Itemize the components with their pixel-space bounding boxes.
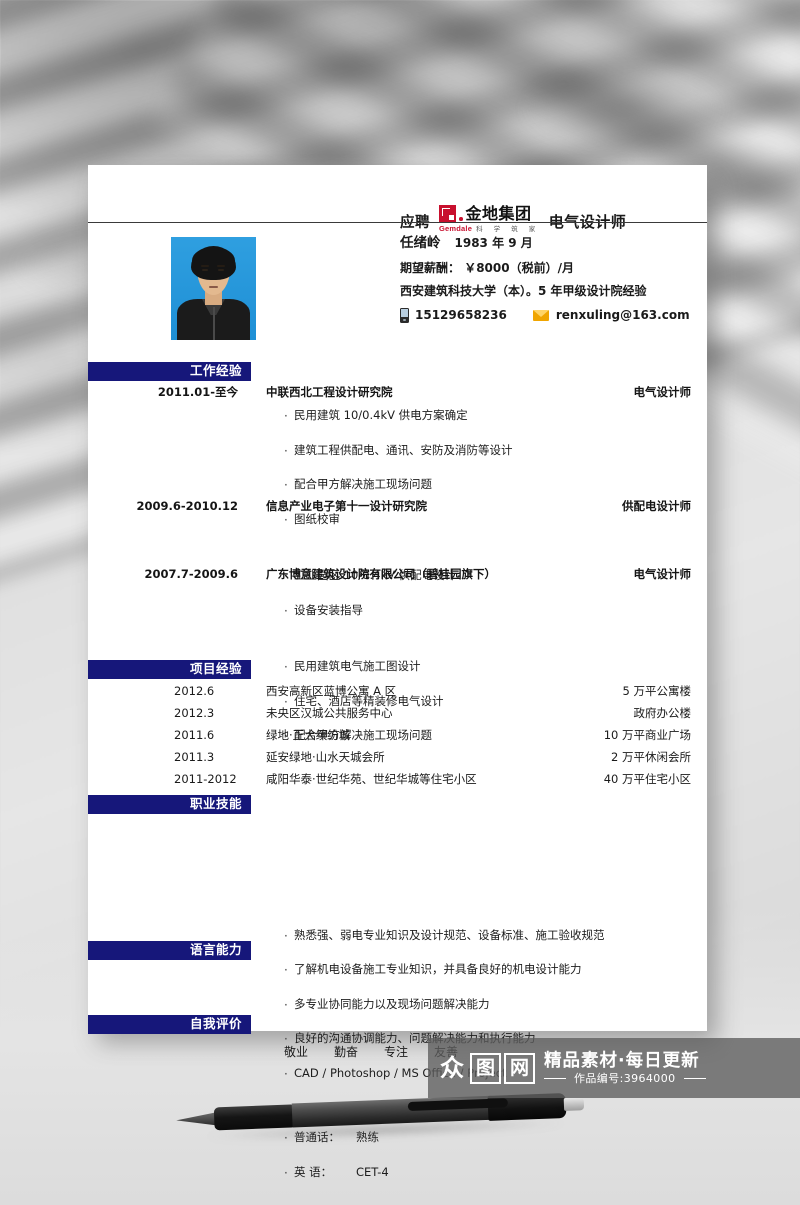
watermark-dash-right [683,1078,706,1080]
section-bar-skills: 职业技能 [88,795,251,814]
logo-dot-icon [459,217,463,221]
job-heading: 2009.6-2010.12 信息产业电子第十一设计研究院 供配电设计师 [88,499,707,513]
salary-line: 期望薪酬： ￥8000（税前）/月 [400,262,690,274]
job-heading: 2007.7-2009.6 广东博意建筑设计院有限公司（碧桂园旗下） 电气设计师 [88,567,707,581]
logo-latin-name: Gemdale [439,223,473,233]
watermark-subtitle-row: 作品编号:3964000 [544,1073,706,1084]
mail-icon [532,309,549,321]
skill-item-0: 熟悉强、弱电专业知识及设计规范、设备标准、施工验收规范 [88,929,800,941]
project-name: 西安高新区蓝博公寓 A 区 [266,684,397,698]
language-label: 英 语： [294,1164,333,1179]
project-date: 2011-2012 [174,772,237,786]
watermark-logo-char-0: 众 [440,1054,464,1082]
header-divider [88,222,707,223]
watermark-dash-left [544,1078,566,1080]
resume-page: 应聘 金地集团 Gemdale 科 学 筑 家 电气设计师 任绪岭 1983 年… [88,165,707,1178]
work-job-0: 2011.01-至今 中联西北工程设计研究院 电气设计师 [88,385,707,399]
section-bar-evaluation: 自我评价 [88,1015,251,1034]
section-title-language: 语言能力 [189,942,242,958]
watermark-title: 精品素材·每日更新 [544,1050,700,1071]
section-title-evaluation: 自我评价 [189,1016,242,1032]
language-value: CET-4 [356,1164,389,1179]
resume-header: 应聘 金地集团 Gemdale 科 学 筑 家 电气设计师 [88,189,707,235]
work-job-1: 2009.6-2010.12 信息产业电子第十一设计研究院 供配电设计师 [88,499,707,513]
contact-line: 15129658236 renxuling@163.com [400,307,690,323]
phone-number[interactable]: 15129658236 [415,309,507,321]
salary-value: ￥8000（税前）/月 [464,260,574,275]
project-date: 2012.6 [174,684,215,698]
company-logo: 金地集团 Gemdale 科 学 筑 家 [439,205,540,233]
project-name: 绿地·正大缤纷城 [266,728,351,742]
evaluation-word-0: 敬业 [284,1045,309,1059]
project-size: 10 万平商业广场 [603,728,691,742]
target-position: 电气设计师 [548,213,627,231]
section-bar-projects: 项目经验 [88,660,251,679]
watermark-banner: 众 图 网 精品素材·每日更新 作品编号:3964000 [428,1038,800,1098]
evaluation-word-1: 勤奋 [334,1045,359,1059]
project-name: 延安绿地·山水天城会所 [266,750,385,764]
project-size: 40 万平住宅小区 [603,772,691,786]
project-row-3: 2011.3 延安绿地·山水天城会所 2 万平休闲会所 [88,750,707,764]
personal-info: 任绪岭 1983 年 9 月 期望薪酬： ￥8000（税前）/月 西安建筑科技大学… [400,235,690,323]
job-0-bullet-1: 建筑工程供配电、通讯、安防及消防等设计 [88,444,800,456]
skill-item-1: 了解机电设备施工专业知识，并具备良好的机电设计能力 [88,963,800,975]
email-address[interactable]: renxuling@163.com [556,309,690,321]
project-date: 2011.6 [174,728,215,742]
project-row-0: 2012.6 西安高新区蓝博公寓 A 区 5 万平公寓楼 [88,684,707,698]
logo-slogan: 科 学 筑 家 [476,225,540,233]
work-job-2: 2007.7-2009.6 广东博意建筑设计院有限公司（碧桂园旗下） 电气设计师 [88,567,707,581]
job-0-bullet-0: 民用建筑 10/0.4kV 供电方案确定 [88,409,800,421]
job-role: 供配电设计师 [622,499,691,513]
watermark-subtitle: 作品编号:3964000 [574,1072,676,1086]
gemdale-mark-icon [439,205,456,222]
project-size: 5 万平公寓楼 [622,684,691,698]
phone-icon [400,307,409,323]
job-date: 2009.6-2010.12 [136,499,238,513]
logo-company-name: 金地集团 [465,203,532,223]
project-name: 咸阳华泰·世纪华苑、世纪华城等住宅小区 [266,772,477,786]
project-size: 2 万平休闲会所 [611,750,691,764]
skill-item-2: 多专业协同能力以及现场问题解决能力 [88,998,800,1010]
section-title-work: 工作经验 [189,363,242,379]
section-title-projects: 项目经验 [189,661,242,677]
apply-label: 应聘 [400,214,430,231]
job-role: 电气设计师 [633,567,692,581]
watermark-logo-char-1: 图 [470,1052,501,1084]
job-org: 中联西北工程设计研究院 [266,385,393,399]
section-bar-language: 语言能力 [88,941,251,960]
watermark-logo-char-2: 网 [504,1052,535,1084]
section-bar-work: 工作经验 [88,362,251,381]
job-org: 信息产业电子第十一设计研究院 [266,499,427,513]
project-date: 2012.3 [174,706,215,720]
salary-label: 期望薪酬： [400,260,461,275]
screenshot-stage: 应聘 金地集团 Gemdale 科 学 筑 家 电气设计师 任绪岭 1983 年… [0,0,800,1205]
project-size: 政府办公楼 [633,706,692,720]
candidate-name: 任绪岭 [400,235,441,251]
job-date: 2007.7-2009.6 [144,567,238,581]
education-line: 西安建筑科技大学（本）。5 年甲级设计院经验 [400,283,647,298]
job-1-bullet-1: 设备安装指导 [88,604,800,616]
evaluation-word-2: 专注 [384,1045,409,1059]
watermark-logo: 众 图 网 [437,1052,535,1084]
job-role: 电气设计师 [633,385,692,399]
section-title-skills: 职业技能 [189,796,242,812]
job-date: 2011.01-至今 [157,385,238,399]
birth-date: 1983 年 9 月 [454,236,533,250]
project-name: 未央区汉城公共服务中心 [266,706,393,720]
job-0-bullet-2: 配合甲方解决施工现场问题 [88,478,800,490]
language-row-1: 英 语： CET-4 [88,1164,800,1179]
job-org: 广东博意建筑设计院有限公司（碧桂园旗下） [266,567,496,581]
job-0-bullet-3: 图纸校审 [88,513,800,525]
project-row-2: 2011.6 绿地·正大缤纷城 10 万平商业广场 [88,728,707,742]
project-row-4: 2011-2012 咸阳华泰·世纪华苑、世纪华城等住宅小区 40 万平住宅小区 [88,772,707,786]
project-row-1: 2012.3 未央区汉城公共服务中心 政府办公楼 [88,706,707,720]
job-heading: 2011.01-至今 中联西北工程设计研究院 电气设计师 [88,385,707,399]
name-and-birth: 任绪岭 1983 年 9 月 [400,235,690,251]
avatar [171,237,256,340]
project-date: 2011.3 [174,750,215,764]
